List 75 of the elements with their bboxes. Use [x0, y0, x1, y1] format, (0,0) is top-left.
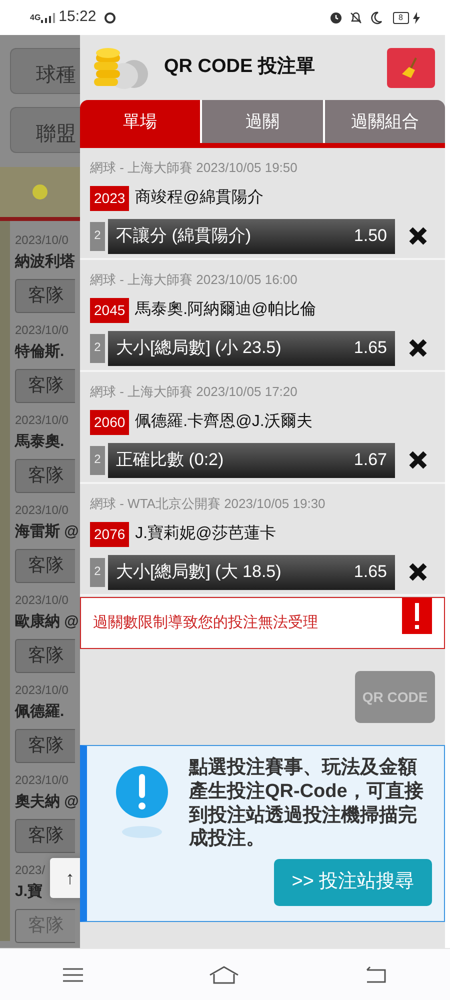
close-icon[interactable]	[407, 225, 429, 247]
clear-button[interactable]	[387, 48, 435, 88]
bet-count: 2	[90, 222, 105, 250]
match-code: 2045	[90, 298, 130, 322]
menu-icon[interactable]	[62, 966, 84, 982]
error-message: 過關數限制導致您的投注無法受理	[93, 612, 318, 633]
away-button[interactable]: 客隊	[15, 368, 75, 402]
tab[interactable]: 單場	[80, 100, 200, 143]
filter-button[interactable]: 球種	[10, 48, 80, 94]
bet-count: 2	[90, 558, 105, 586]
selection-text: 大小[總局數] (大 18.5)	[116, 561, 282, 584]
away-button[interactable]: 客隊	[15, 818, 75, 852]
back-icon[interactable]	[364, 966, 388, 984]
match-name: J.寶	[15, 882, 44, 902]
selection-text: 不讓分 (綿貫陽介)	[116, 225, 252, 248]
match-name: 馬泰奧.阿納爾迪@帕比倫	[135, 300, 316, 320]
match-date: 2023/10/0	[15, 412, 70, 429]
bet-count: 2	[90, 334, 105, 362]
match-name: 納波利塔	[15, 252, 76, 272]
event-info: 網球 - 上海大師賽 2023/10/05 16:00	[90, 271, 298, 289]
filter-button[interactable]: 聯盟	[10, 107, 80, 153]
odds-text: 1.65	[354, 561, 387, 584]
match-code: 2023	[90, 186, 130, 210]
charging-icon	[413, 12, 420, 24]
match-name: 奧夫納 @	[15, 792, 80, 812]
scroll-top-button[interactable]: ↑	[50, 858, 80, 898]
odds-text: 1.50	[354, 225, 387, 248]
away-button[interactable]: 客隊	[15, 548, 75, 582]
signal-icon	[40, 12, 55, 22]
circle-icon	[104, 12, 116, 24]
panel-title: QR CODE 投注單	[164, 54, 315, 80]
selection-text: 正確比數 (0:2)	[116, 449, 224, 472]
ball-icon	[32, 184, 48, 200]
match-date: 2023/10/0	[15, 772, 70, 789]
battery-level: 8	[392, 12, 409, 24]
alarm-icon	[328, 10, 343, 24]
event-info: 網球 - WTA北京公開賽 2023/10/05 19:30	[90, 495, 326, 513]
match-name: 佩德羅.	[15, 702, 66, 722]
match-date: 2023/10/0	[15, 592, 70, 609]
moon-icon	[368, 10, 383, 24]
match-date: 2023/10/0	[15, 232, 70, 249]
close-icon[interactable]	[407, 449, 429, 471]
selection-text: 大小[總局數] (小 23.5)	[116, 337, 282, 360]
match-name: 特倫斯.	[15, 342, 66, 362]
info-text: 點選投注賽事、玩法及金額產生投注QR-Code，可直接到投注站透過投注機掃描完成投注。	[189, 756, 424, 851]
close-icon[interactable]	[407, 337, 429, 359]
match-name: J.寶莉妮@莎芭蓮卡	[135, 524, 276, 544]
event-info: 網球 - 上海大師賽 2023/10/05 19:50	[90, 159, 298, 177]
away-button[interactable]: 客隊	[15, 278, 75, 312]
away-button[interactable]: 客隊	[15, 638, 75, 672]
match-code: 2060	[90, 410, 130, 434]
odds-text: 1.65	[354, 337, 387, 360]
match-name: 商竣程@綿貫陽介	[135, 188, 264, 208]
network-label: 4G	[30, 14, 41, 22]
tab[interactable]: 過關組合	[322, 100, 445, 143]
match-date: 2023/	[15, 862, 46, 879]
away-button[interactable]: 客隊	[15, 458, 75, 492]
match-code: 2076	[90, 522, 130, 546]
status-time: 15:22	[58, 7, 96, 28]
match-name: 海雷斯 @	[15, 522, 80, 542]
match-name: 佩德羅.卡齊恩@J.沃爾夫	[135, 412, 312, 432]
away-button[interactable]: 客隊	[15, 728, 75, 762]
match-date: 2023/10/0	[15, 502, 70, 519]
match-name: 馬泰奧.	[15, 432, 66, 452]
bell-off-icon	[348, 10, 363, 24]
event-info: 網球 - 上海大師賽 2023/10/05 17:20	[90, 383, 298, 401]
search-station-button[interactable]: >> 投注站搜尋	[274, 859, 432, 906]
match-date: 2023/10/0	[15, 322, 70, 339]
match-date: 2023/10/0	[15, 682, 70, 699]
close-icon[interactable]	[407, 561, 429, 583]
bet-count: 2	[90, 446, 105, 474]
tab[interactable]: 過關	[200, 100, 323, 143]
home-icon[interactable]	[208, 966, 239, 984]
odds-text: 1.67	[354, 449, 387, 472]
match-name: 歐康納 @	[15, 612, 80, 632]
